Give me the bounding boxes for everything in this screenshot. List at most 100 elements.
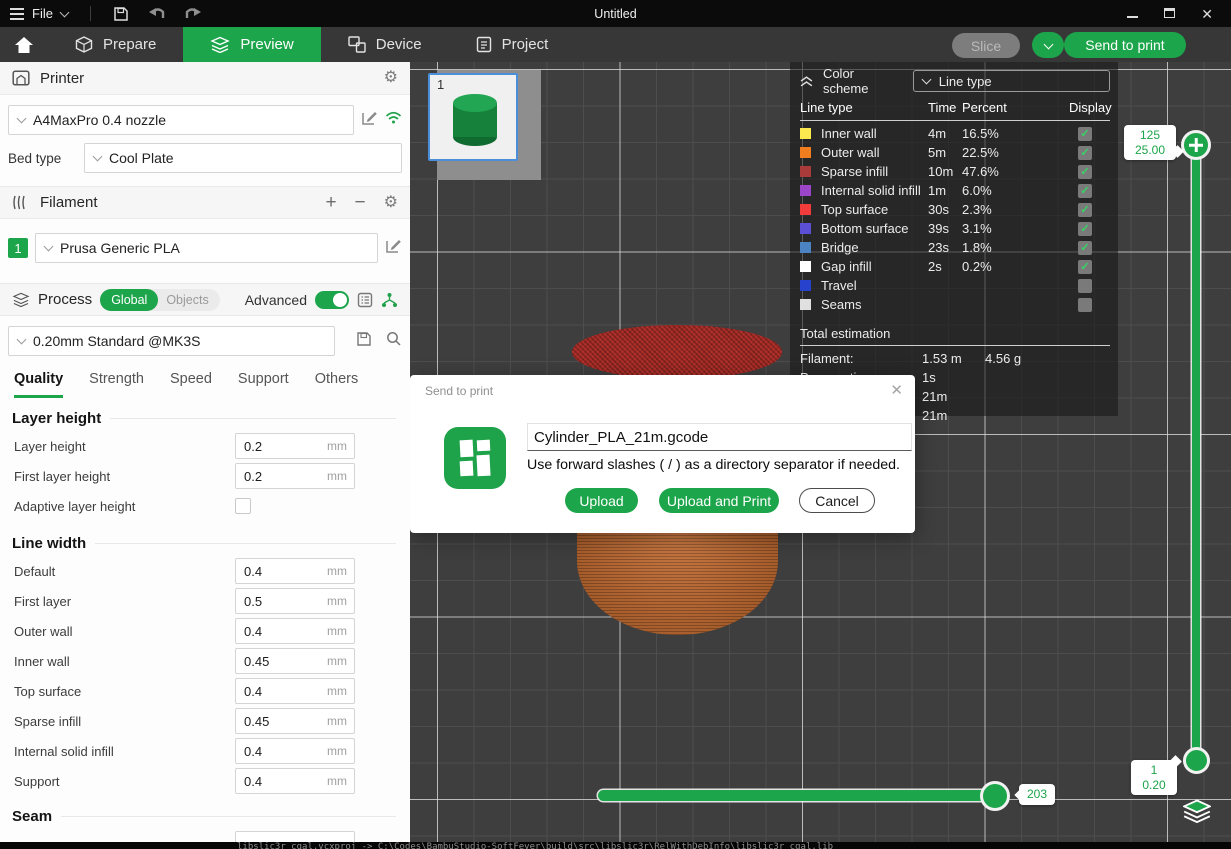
upload-and-print-button[interactable]: Upload and Print	[659, 488, 779, 513]
save-icon	[113, 6, 129, 22]
printed-model-top-surface[interactable]	[572, 325, 782, 379]
search-preset-button[interactable]	[386, 331, 402, 352]
legend-row: Travel	[800, 276, 1110, 295]
legend-row: Bridge 23s1.8% ✓	[800, 238, 1110, 257]
filament-preset-select[interactable]: Prusa Generic PLA	[35, 233, 378, 263]
legend-row: Outer wall 5m22.5% ✓	[800, 143, 1110, 162]
console-bar: libslic3r_cgal.vcxproj -> C:\Codes\Bambu…	[0, 842, 1231, 849]
printer-preset-value: A4MaxPro 0.4 nozzle	[33, 112, 166, 128]
display-checkbox[interactable]: ✓	[1078, 127, 1092, 141]
param-label: Sparse infill	[14, 714, 235, 729]
display-checkbox[interactable]: ✓	[1078, 146, 1092, 160]
home-button[interactable]	[0, 27, 48, 62]
param-row: First layer height mm	[0, 461, 410, 491]
gcode-viewport[interactable]: 1 Color scheme Line type Line type Time …	[410, 62, 1231, 842]
global-option[interactable]: Global	[100, 289, 158, 311]
filename-input[interactable]	[527, 423, 912, 451]
display-checkbox[interactable]: ✓	[1078, 241, 1092, 255]
layer-slider-top-handle[interactable]	[1181, 130, 1211, 160]
slicer-app: File Untitled ✕ Prepare Previe	[0, 0, 1231, 849]
printer-connection-button[interactable]	[385, 111, 402, 129]
filament-slot-badge: 1	[8, 238, 28, 258]
layer-slider-bottom-handle[interactable]	[1183, 747, 1210, 774]
printer-header: Printer ⚙	[0, 62, 410, 95]
filament-edit-button[interactable]	[385, 237, 402, 259]
redo-button[interactable]	[179, 3, 207, 25]
tab-others[interactable]: Others	[315, 371, 359, 398]
send-options-button[interactable]	[1032, 32, 1064, 58]
seam-param-input[interactable]	[236, 832, 354, 842]
view-mode-select[interactable]: Line type	[913, 70, 1110, 92]
printer-edit-button[interactable]	[361, 109, 378, 131]
display-checkbox[interactable]: ✓	[1078, 260, 1092, 274]
tab-project[interactable]: Project	[449, 27, 576, 62]
move-slider-tooltip: 203	[1019, 784, 1055, 805]
advanced-toggle[interactable]	[315, 291, 349, 309]
param-label: Top surface	[14, 684, 235, 699]
tab-device[interactable]: Device	[321, 27, 449, 62]
display-checkbox[interactable]: ✓	[1078, 165, 1092, 179]
unit-label: mm	[327, 469, 347, 483]
bed-type-select[interactable]: Cool Plate	[84, 143, 402, 173]
display-checkbox[interactable]: ✓	[1078, 222, 1092, 236]
undo-button[interactable]	[143, 3, 171, 25]
parameter-list-button[interactable]	[357, 292, 373, 308]
section-seam: Seam	[12, 808, 396, 825]
file-menu[interactable]: File	[0, 0, 78, 27]
slice-button[interactable]: Slice	[952, 33, 1020, 58]
layer-mode-button[interactable]	[1183, 799, 1211, 828]
legend-columns: Line type Time Percent Display	[800, 96, 1110, 118]
edit-icon	[361, 109, 378, 126]
printed-model-body[interactable]	[577, 517, 778, 635]
display-checkbox[interactable]: ✓	[1078, 203, 1092, 217]
adaptive-layer-height-checkbox[interactable]	[235, 498, 251, 514]
filament-settings-button[interactable]: ⚙	[384, 195, 398, 211]
move-slider-track[interactable]	[598, 790, 998, 801]
tab-preview[interactable]: Preview	[183, 27, 320, 62]
layer-slider-track[interactable]	[1192, 145, 1200, 761]
close-button[interactable]: ✕	[1201, 7, 1213, 21]
tab-speed[interactable]: Speed	[170, 371, 212, 398]
minimize-button[interactable]	[1127, 5, 1138, 23]
tab-support[interactable]: Support	[238, 371, 289, 398]
global-objects-switch[interactable]: Global Objects	[100, 289, 220, 311]
cancel-button[interactable]: Cancel	[799, 488, 875, 513]
process-header: Process Global Objects Advanced	[0, 283, 410, 316]
param-row: Internal solid infill mm	[0, 736, 410, 766]
flowchart-button[interactable]	[381, 292, 398, 308]
display-checkbox[interactable]: ✓	[1078, 184, 1092, 198]
param-row: First layer mm	[0, 586, 410, 616]
send-to-print-button[interactable]: Send to print	[1064, 32, 1186, 58]
move-slider-handle[interactable]	[980, 781, 1010, 811]
param-label: Layer height	[14, 439, 235, 454]
upload-button[interactable]: Upload	[565, 488, 638, 513]
process-preset-select[interactable]: 0.20mm Standard @MK3S	[8, 326, 335, 356]
printer-preset-select[interactable]: A4MaxPro 0.4 nozzle	[8, 105, 354, 135]
color-chip	[800, 204, 811, 215]
add-filament-button[interactable]: +	[325, 193, 336, 212]
filament-header: Filament + − ⚙	[0, 186, 410, 219]
chevron-down-icon	[60, 7, 70, 17]
tab-prepare[interactable]: Prepare	[48, 27, 183, 62]
send-to-print-dialog: Send to print ✕ Use forward slashes ( / …	[410, 375, 915, 533]
remove-filament-button[interactable]: −	[355, 193, 366, 212]
collapse-icon[interactable]	[800, 76, 813, 87]
objects-option[interactable]: Objects	[158, 293, 208, 307]
display-checkbox[interactable]	[1078, 298, 1092, 312]
dialog-close-button[interactable]: ✕	[890, 381, 903, 399]
param-label: First layer	[14, 594, 235, 609]
save-button[interactable]	[107, 3, 135, 25]
tab-quality[interactable]: Quality	[14, 371, 63, 398]
display-checkbox[interactable]	[1078, 279, 1092, 293]
file-menu-label: File	[32, 6, 53, 21]
plate-thumbnail[interactable]: 1	[428, 73, 518, 161]
chevron-down-icon	[17, 335, 27, 345]
save-preset-button[interactable]	[356, 331, 372, 352]
tab-strength[interactable]: Strength	[89, 371, 144, 398]
titlebar: File Untitled ✕	[0, 0, 1231, 27]
minimize-icon	[1127, 16, 1138, 18]
printer-settings-button[interactable]: ⚙	[384, 70, 398, 86]
color-chip	[800, 128, 811, 139]
maximize-button[interactable]	[1164, 5, 1175, 23]
color-chip	[800, 147, 811, 158]
